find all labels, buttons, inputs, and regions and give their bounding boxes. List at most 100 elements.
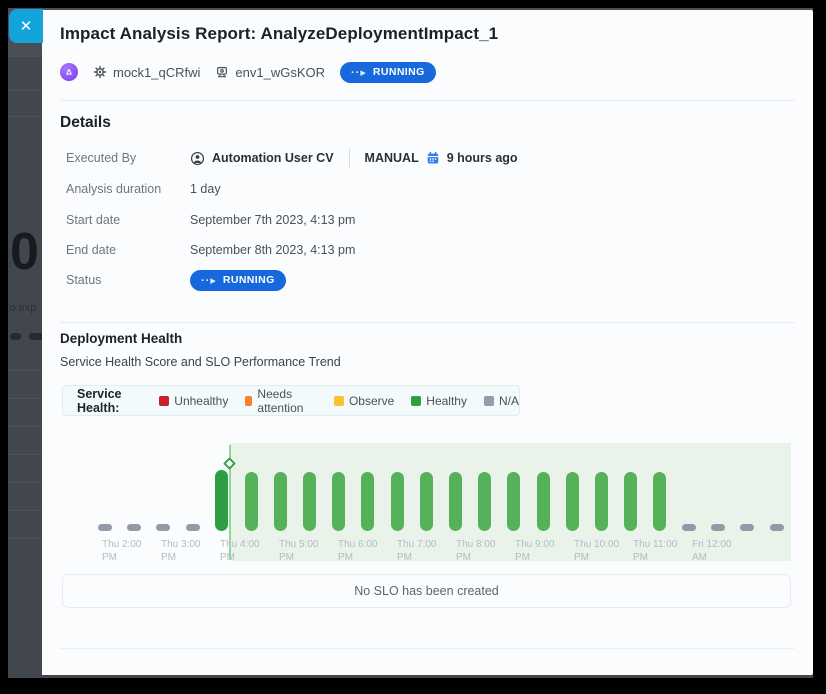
page-title: Impact Analysis Report: AnalyzeDeploymen… — [60, 24, 498, 44]
detail-value: September 8th 2023, 4:13 pm — [190, 243, 355, 257]
detail-value: 1 day — [190, 182, 221, 196]
background-partial-text: To exp — [8, 302, 36, 314]
x-axis-tick-label: Thu 8:00PM — [456, 539, 508, 564]
background-metric-value: 0 — [10, 222, 38, 282]
health-bar[interactable] — [245, 472, 258, 531]
legend-label: Needs attention — [257, 387, 317, 415]
impact-analysis-report-modal: Impact Analysis Report: AnalyzeDeploymen… — [42, 10, 813, 675]
legend-swatch-healthy — [411, 396, 421, 406]
close-button[interactable]: ✕ — [9, 9, 43, 43]
legend-swatch-needs-attention — [245, 396, 252, 406]
health-bar[interactable] — [566, 472, 579, 531]
legend-item: Unhealthy — [159, 394, 228, 408]
legend-label: Healthy — [426, 394, 467, 408]
health-bar[interactable] — [449, 472, 462, 531]
health-bar[interactable] — [156, 524, 170, 531]
environment-chip: env1_wGsKOR — [215, 65, 325, 80]
x-axis-tick-label: Thu 11:00PM — [633, 539, 685, 564]
health-bar[interactable] — [332, 472, 345, 531]
running-indicator-icon — [351, 66, 367, 79]
health-bar[interactable] — [595, 472, 608, 531]
x-axis-tick-label: Thu 5:00PM — [279, 539, 331, 564]
health-bar[interactable] — [391, 472, 404, 531]
legend-swatch-observe — [334, 396, 344, 406]
user-icon — [190, 151, 205, 166]
health-bar[interactable] — [682, 524, 696, 531]
section-divider — [60, 100, 795, 101]
health-bar[interactable] — [478, 472, 491, 531]
service-avatar — [60, 63, 78, 81]
health-bar[interactable] — [507, 472, 520, 531]
legend-swatch-unhealthy — [159, 396, 169, 406]
x-axis-tick-label: Thu 9:00PM — [515, 539, 567, 564]
close-icon: ✕ — [20, 17, 33, 35]
detail-label: Status — [66, 273, 190, 287]
health-bar[interactable] — [361, 472, 374, 531]
avatar-glyph-icon — [64, 67, 74, 77]
health-bar[interactable] — [303, 472, 316, 531]
health-bar[interactable] — [740, 524, 754, 531]
calendar-icon — [426, 151, 440, 165]
deployment-health-heading: Deployment Health — [60, 331, 182, 346]
detail-row-executed-by: Executed By Automation User CV MANUAL 9 … — [66, 148, 518, 168]
service-health-legend: Service Health: Unhealthy Needs attentio… — [62, 385, 520, 416]
footer-divider — [60, 648, 795, 649]
report-meta-row: mock1_qCRfwi env1_wGsKOR RUNNING — [60, 61, 436, 83]
execution-time: 9 hours ago — [447, 151, 518, 165]
x-axis-tick-label: Thu 2:00PM — [102, 539, 154, 564]
legend-label: N/A — [499, 394, 519, 408]
x-axis-tick-label: Fri 12:00AM — [692, 539, 744, 564]
x-axis-tick-label: Thu 3:00PM — [161, 539, 213, 564]
screen: 0 To exp Impact Analysis Report: Analyze… — [0, 0, 826, 694]
executed-by-user: Automation User CV — [212, 151, 334, 165]
monitored-service-name: mock1_qCRfwi — [113, 65, 200, 80]
legend-item: N/A — [484, 394, 519, 408]
gear-icon — [93, 65, 107, 79]
x-axis-tick-label: Thu 4:00PM — [220, 539, 272, 564]
legend-label: Observe — [349, 394, 394, 408]
legend-label: Unhealthy — [174, 394, 228, 408]
health-bar[interactable] — [770, 524, 784, 531]
x-axis-tick-label: Thu 10:00PM — [574, 539, 626, 564]
slo-empty-message: No SLO has been created — [354, 584, 499, 598]
status-badge-label: RUNNING — [373, 66, 425, 78]
slo-empty-state: No SLO has been created — [62, 574, 791, 608]
section-divider — [60, 322, 795, 323]
environment-icon — [215, 65, 229, 79]
detail-row: Analysis duration 1 day — [66, 179, 221, 199]
detail-label: Analysis duration — [66, 182, 190, 196]
status-badge: RUNNING — [190, 270, 286, 291]
detail-row: Start date September 7th 2023, 4:13 pm — [66, 210, 355, 230]
detail-value: September 7th 2023, 4:13 pm — [190, 213, 355, 227]
vertical-divider — [349, 149, 350, 167]
detail-row-status: Status RUNNING — [66, 270, 286, 290]
legend-item: Healthy — [411, 394, 467, 408]
deployment-health-subtitle: Service Health Score and SLO Performance… — [60, 355, 341, 369]
health-bar[interactable] — [215, 470, 228, 531]
health-bar[interactable] — [420, 472, 433, 531]
health-bar[interactable] — [127, 524, 141, 531]
health-bar[interactable] — [537, 472, 550, 531]
health-bar[interactable] — [186, 524, 200, 531]
running-indicator-icon — [201, 274, 217, 287]
legend-item: Observe — [334, 394, 394, 408]
health-bar[interactable] — [711, 524, 725, 531]
monitored-service-chip: mock1_qCRfwi — [93, 65, 200, 80]
legend-title: Service Health: — [77, 387, 142, 415]
x-axis-tick-label: Thu 7:00PM — [397, 539, 449, 564]
health-score-chart: Thu 2:00PM Thu 3:00PM Thu 4:00PM Thu 5:00PM… — [62, 425, 791, 573]
legend-item: Needs attention — [245, 387, 317, 415]
health-bar[interactable] — [624, 472, 637, 531]
background-chart-fragment — [10, 333, 21, 340]
x-axis-tick-label: Thu 6:00PM — [338, 539, 390, 564]
detail-label: End date — [66, 243, 190, 257]
legend-swatch-na — [484, 396, 494, 406]
status-badge-label: RUNNING — [223, 274, 275, 286]
trigger-type: MANUAL — [365, 151, 419, 165]
detail-label: Executed By — [66, 151, 190, 165]
status-badge: RUNNING — [340, 62, 436, 83]
health-bar[interactable] — [98, 524, 112, 531]
detail-label: Start date — [66, 213, 190, 227]
health-bar[interactable] — [653, 472, 666, 531]
health-bar[interactable] — [274, 472, 287, 531]
